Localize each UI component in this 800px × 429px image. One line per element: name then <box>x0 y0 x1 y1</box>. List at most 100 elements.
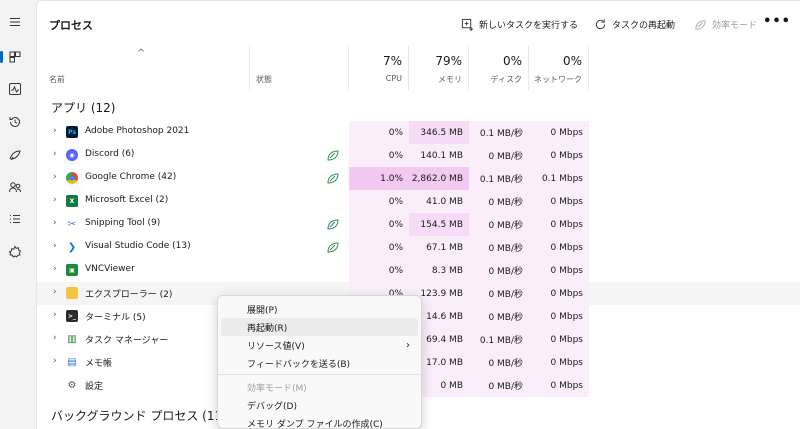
vncviewer-icon: ▣ <box>66 264 78 276</box>
more-options-icon[interactable]: ••• <box>763 14 791 29</box>
menu-item-label: 効率モード(M) <box>247 383 307 394</box>
photoshop-icon: Ps <box>66 126 78 138</box>
process-name: VNCViewer <box>85 264 135 274</box>
process-name: Snipping Tool (9) <box>85 218 161 228</box>
cell-disk: 0 MB/秒 <box>469 190 529 213</box>
process-name: Google Chrome (42) <box>85 172 177 182</box>
cell-disk: 0.1 MB/秒 <box>469 328 529 351</box>
cell-disk: 0.1 MB/秒 <box>469 167 529 190</box>
restart-task-button[interactable]: タスクの再起動 <box>594 16 675 32</box>
cell-net: 0 Mbps <box>529 213 589 236</box>
cpu-total: 7% <box>382 54 402 68</box>
nav-rail <box>0 0 31 429</box>
cell-cpu: 0% <box>349 213 409 236</box>
startup-apps-icon[interactable] <box>3 143 27 167</box>
process-row[interactable]: › X Microsoft Excel (2) 0% 41.0 MB 0 MB/秒 0 Mb… <box>37 190 800 213</box>
menu-item[interactable]: 再起動(R) <box>221 318 418 336</box>
expand-chevron-icon[interactable]: › <box>53 195 57 205</box>
process-row[interactable]: › ▣ VNCViewer 0% 8.3 MB 0 MB/秒 0 Mbps <box>37 259 800 282</box>
cell-disk: 0 MB/秒 <box>469 374 529 397</box>
column-name[interactable]: ^ 名前 <box>37 46 250 90</box>
expand-chevron-icon[interactable]: › <box>53 126 57 136</box>
process-row[interactable]: › ❯ Visual Studio Code (13) 0% 67.1 MB 0 MB/秒… <box>37 236 800 259</box>
group-background-header[interactable]: バックグラウンド プロセス (111) <box>51 407 234 424</box>
menu-item-label: フィードバックを送る(B) <box>247 359 351 370</box>
menu-item[interactable]: 展開(P) <box>221 300 418 318</box>
details-icon[interactable] <box>3 207 27 231</box>
expand-chevron-icon[interactable]: › <box>53 218 57 228</box>
cell-disk: 0 MB/秒 <box>469 282 529 305</box>
column-network[interactable]: 0% ネットワーク <box>529 46 589 90</box>
cell-net: 0 Mbps <box>529 305 589 328</box>
column-memory[interactable]: 79% メモリ <box>409 46 469 90</box>
memory-total: 79% <box>435 54 462 68</box>
command-bar: プロセス 新しいタスクを実行する タスクの再起動 効率モード ••• <box>37 1 800 46</box>
efficiency-mode-label: 効率モード <box>712 20 758 31</box>
process-row[interactable]: › ✂ Snipping Tool (9) 0% 154.5 MB 0 MB/秒 0 Mbp… <box>37 213 800 236</box>
expand-chevron-icon[interactable]: › <box>53 310 57 320</box>
menu-item-label: 再起動(R) <box>247 323 288 334</box>
process-row[interactable]: › ● Google Chrome (42) 1.0% 2,862.0 MB 0.1 MB… <box>37 167 800 190</box>
chrome-icon: ● <box>66 172 78 184</box>
hamburger-icon[interactable] <box>3 10 27 34</box>
menu-item[interactable]: デバッグ(D) <box>221 396 418 414</box>
submenu-chevron-icon: › <box>406 339 410 351</box>
cell-net: 0 Mbps <box>529 121 589 144</box>
process-row[interactable]: › Ps Adobe Photoshop 2021 0% 346.5 MB 0.1 MB/… <box>37 121 800 144</box>
cell-net: 0 Mbps <box>529 351 589 374</box>
menu-item[interactable]: メモリ ダンプ ファイルの作成(C) <box>221 414 418 429</box>
cell-cpu: 1.0% <box>349 167 409 190</box>
column-disk[interactable]: 0% ディスク <box>469 46 529 90</box>
group-apps-header[interactable]: アプリ (12) <box>51 99 115 116</box>
menu-item[interactable]: リソース値(V) › <box>221 336 418 354</box>
expand-chevron-icon[interactable]: › <box>53 149 57 159</box>
performance-icon[interactable] <box>3 77 27 101</box>
expand-chevron-icon[interactable]: › <box>53 264 57 274</box>
cell-disk: 0 MB/秒 <box>469 144 529 167</box>
menu-item-label: メモリ ダンプ ファイルの作成(C) <box>247 419 383 429</box>
menu-item: 効率モード(M) <box>221 378 418 396</box>
menu-item[interactable]: フィードバックを送る(B) <box>221 354 418 372</box>
page-title: プロセス <box>49 19 93 32</box>
column-status[interactable]: 状態 <box>250 46 349 90</box>
leaf-icon <box>695 19 706 30</box>
cell-net: 0.1 Mbps <box>529 167 589 190</box>
efficiency-leaf-icon <box>327 242 339 253</box>
users-icon[interactable] <box>3 175 27 199</box>
cell-net: 0 Mbps <box>529 144 589 167</box>
expand-chevron-icon[interactable]: › <box>53 172 57 182</box>
column-cpu[interactable]: 7% CPU <box>349 46 409 90</box>
process-row[interactable]: › ◉ Discord (6) 0% 140.1 MB 0 MB/秒 0 Mbps <box>37 144 800 167</box>
expand-chevron-icon[interactable]: › <box>53 287 57 297</box>
network-label: ネットワーク <box>534 75 582 84</box>
folder-icon <box>66 287 78 299</box>
cell-disk: 0 MB/秒 <box>469 351 529 374</box>
column-header: ^ 名前 状態 7% CPU 79% メモリ 0% ディスク 0% ネットワーク <box>37 46 800 90</box>
settings-gear-icon: ⚙ <box>67 379 77 391</box>
cell-disk: 0 MB/秒 <box>469 213 529 236</box>
expand-chevron-icon[interactable]: › <box>53 333 57 343</box>
efficiency-leaf-icon <box>327 219 339 230</box>
cell-net: 0 Mbps <box>529 236 589 259</box>
snipping-tool-icon: ✂ <box>67 218 77 230</box>
efficiency-leaf-icon <box>327 173 339 184</box>
run-new-task-button[interactable]: 新しいタスクを実行する <box>461 16 578 32</box>
cell-mem: 346.5 MB <box>409 121 469 144</box>
column-name-label: 名前 <box>49 75 65 84</box>
process-name: 設定 <box>85 382 104 392</box>
restart-task-label: タスクの再起動 <box>612 20 676 31</box>
expand-chevron-icon[interactable]: › <box>53 356 57 366</box>
cell-cpu: 0% <box>349 144 409 167</box>
expand-chevron-icon[interactable]: › <box>53 241 57 251</box>
sort-ascending-icon: ^ <box>137 48 146 59</box>
cell-disk: 0 MB/秒 <box>469 259 529 282</box>
excel-icon: X <box>66 195 78 207</box>
app-history-icon[interactable] <box>3 110 27 134</box>
network-total: 0% <box>562 54 582 68</box>
disk-total: 0% <box>502 54 522 68</box>
task-manager-icon: ▥ <box>67 333 77 345</box>
cell-net: 0 Mbps <box>529 259 589 282</box>
services-icon[interactable] <box>3 240 27 264</box>
processes-icon[interactable] <box>0 45 27 69</box>
efficiency-mode-button[interactable]: 効率モード <box>694 16 757 32</box>
